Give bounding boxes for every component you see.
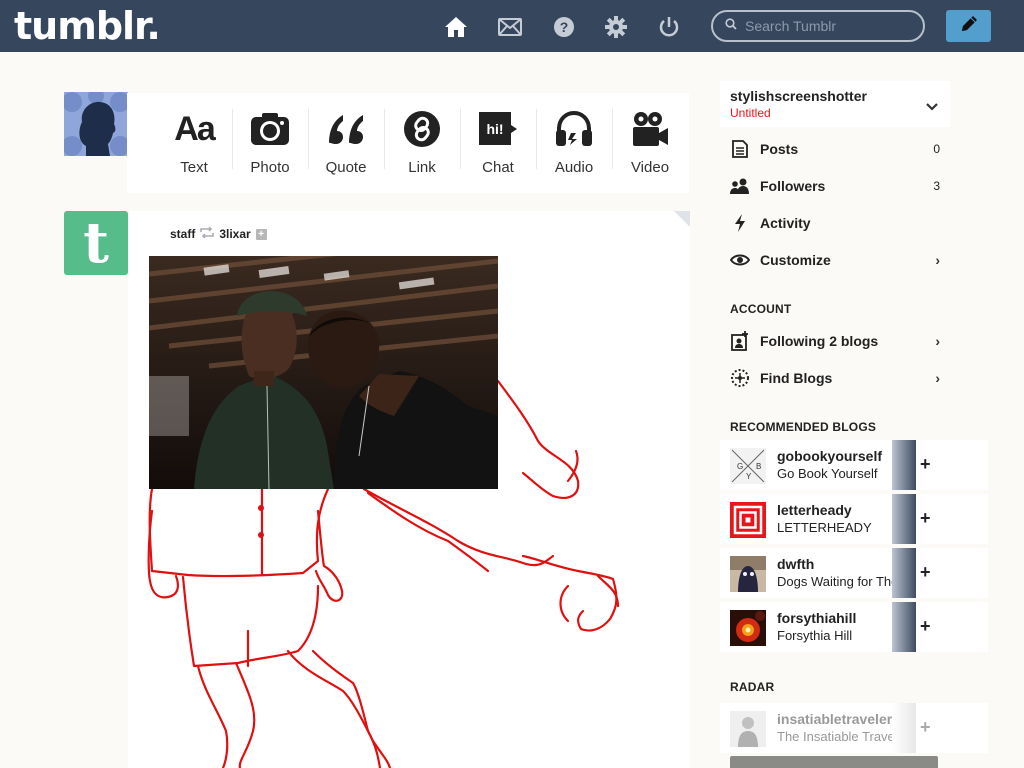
follow-button[interactable]: + — [920, 454, 931, 475]
follow-button[interactable]: + — [920, 717, 931, 738]
recommended-blog[interactable]: letterheady LETTERHEADY + — [720, 494, 988, 544]
post-type-link[interactable]: Link — [384, 93, 460, 193]
quote-icon — [325, 109, 367, 149]
home-icon[interactable] — [443, 14, 469, 40]
help-icon[interactable]: ? — [551, 14, 577, 40]
following-icon — [730, 331, 750, 351]
link-icon — [404, 109, 440, 149]
chat-icon: hi! — [477, 109, 519, 149]
sidebar-item-activity[interactable]: Activity — [730, 208, 950, 238]
radar-blog[interactable]: insatiabletraveler The Insatiable Travel… — [720, 703, 988, 753]
sidebar: stylishscreenshotter Untitled Posts 0 Fo… — [720, 81, 988, 768]
recommended-blog[interactable]: forsythiahill Forsythia Hill + — [720, 602, 988, 652]
sidebar-item-find-blogs[interactable]: Find Blogs › — [730, 363, 950, 393]
pencil-icon — [959, 14, 979, 39]
post-type-chat[interactable]: hi! Chat — [460, 93, 536, 193]
posts-count: 0 — [933, 142, 940, 156]
top-navigation-bar: tumblr. ? — [0, 0, 1024, 52]
post-type-video[interactable]: Video — [612, 93, 688, 193]
chevron-right-icon: › — [935, 370, 940, 386]
radar-section-title: RADAR — [730, 680, 775, 694]
blog-avatar-dwfth — [730, 556, 766, 592]
camera-icon — [250, 109, 290, 149]
blog-avatar-forsythiahill — [730, 610, 766, 646]
svg-text:?: ? — [560, 19, 569, 35]
text-icon: Aa — [174, 109, 215, 148]
followers-count: 3 — [933, 179, 940, 193]
headphones-icon — [554, 109, 594, 149]
radar-post-preview[interactable] — [730, 756, 938, 768]
recommended-blog[interactable]: dwfth Dogs Waiting for Their + — [720, 548, 988, 598]
search-box[interactable] — [711, 10, 925, 42]
follow-button[interactable]: + — [920, 616, 931, 637]
account-section-title: ACCOUNT — [730, 302, 792, 316]
chevron-right-icon: › — [935, 333, 940, 349]
compose-button[interactable] — [946, 10, 991, 42]
post-type-quote[interactable]: Quote — [308, 93, 384, 193]
post-composer: Aa Text Photo Quote Link hi! Chat Audio — [127, 93, 689, 193]
user-avatar[interactable] — [64, 92, 128, 156]
video-camera-icon — [630, 109, 670, 149]
posts-icon — [730, 139, 750, 159]
blog-avatar-gobookyourself: G BY — [730, 448, 766, 484]
recommended-blog[interactable]: GBY gobookyourself Go Book Yourself + — [720, 440, 988, 490]
staff-avatar[interactable]: t — [64, 210, 128, 276]
search-icon — [725, 17, 737, 35]
activity-icon — [730, 213, 750, 233]
chevron-down-icon[interactable] — [926, 99, 938, 114]
chevron-right-icon: › — [935, 252, 940, 268]
sidebar-item-customize[interactable]: Customize › — [730, 245, 950, 275]
blog-switcher[interactable]: stylishscreenshotter Untitled — [720, 81, 950, 127]
inbox-icon[interactable] — [497, 14, 523, 40]
logout-icon[interactable] — [656, 14, 682, 40]
svg-text:B: B — [756, 462, 761, 471]
blog-title: Untitled — [730, 106, 771, 120]
post-type-audio[interactable]: Audio — [536, 93, 612, 193]
sidebar-item-posts[interactable]: Posts 0 — [730, 134, 950, 164]
search-input[interactable] — [745, 18, 915, 34]
recommended-section-title: RECOMMENDED BLOGS — [730, 420, 877, 434]
svg-text:G: G — [737, 462, 743, 471]
blog-name[interactable]: stylishscreenshotter — [730, 88, 867, 104]
sidebar-item-following[interactable]: Following 2 blogs › — [730, 326, 950, 356]
settings-icon[interactable] — [603, 14, 629, 40]
post-photo[interactable] — [149, 256, 498, 489]
eye-icon — [730, 250, 750, 270]
blog-avatar-letterheady — [730, 502, 766, 538]
dashboard-post: staff 3lixar + — [128, 211, 690, 768]
follow-button[interactable]: + — [920, 562, 931, 583]
find-blogs-icon — [730, 368, 750, 388]
sidebar-item-followers[interactable]: Followers 3 — [730, 171, 950, 201]
post-type-photo[interactable]: Photo — [232, 93, 308, 193]
tumblr-logo[interactable]: tumblr. — [14, 4, 161, 48]
blog-avatar-insatiabletraveler — [730, 711, 766, 747]
follow-button[interactable]: + — [920, 508, 931, 529]
post-type-text[interactable]: Aa Text — [156, 93, 232, 193]
svg-text:Y: Y — [746, 472, 752, 481]
svg-text:hi!: hi! — [486, 121, 503, 137]
followers-icon — [730, 176, 750, 196]
